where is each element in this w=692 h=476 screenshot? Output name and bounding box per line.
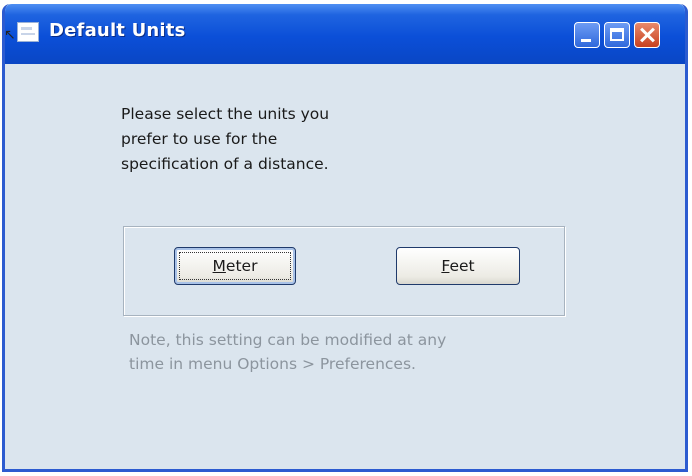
default-units-window: ↖ Default Units Please select the units …: [2, 4, 688, 472]
minimize-button[interactable]: [574, 22, 600, 48]
note-text: Note, this setting can be modified at an…: [129, 328, 549, 376]
prompt-line: prefer to use for the: [121, 130, 278, 148]
feet-button[interactable]: Feet: [396, 247, 520, 285]
title-bar[interactable]: ↖ Default Units: [5, 4, 685, 64]
unit-choice-group: Meter Feet: [123, 226, 565, 316]
close-button[interactable]: [634, 22, 660, 48]
note-line: Note, this setting can be modified at an…: [129, 331, 447, 349]
meter-mnemonic: M: [212, 257, 226, 275]
maximize-button[interactable]: [604, 22, 630, 48]
meter-button[interactable]: Meter: [174, 247, 296, 285]
document-icon[interactable]: [17, 22, 39, 42]
window-title: Default Units: [49, 20, 186, 41]
prompt-line: specification of a distance.: [121, 155, 329, 173]
prompt-line: Please select the units you: [121, 105, 330, 123]
note-line: time in menu Options > Preferences.: [129, 355, 416, 373]
prompt-text: Please select the units you prefer to us…: [121, 102, 421, 177]
feet-label-rest: eet: [449, 257, 475, 275]
meter-label-rest: eter: [225, 257, 258, 275]
mouse-cursor-icon: ↖: [4, 27, 16, 43]
dialog-body: Please select the units you prefer to us…: [5, 64, 685, 469]
